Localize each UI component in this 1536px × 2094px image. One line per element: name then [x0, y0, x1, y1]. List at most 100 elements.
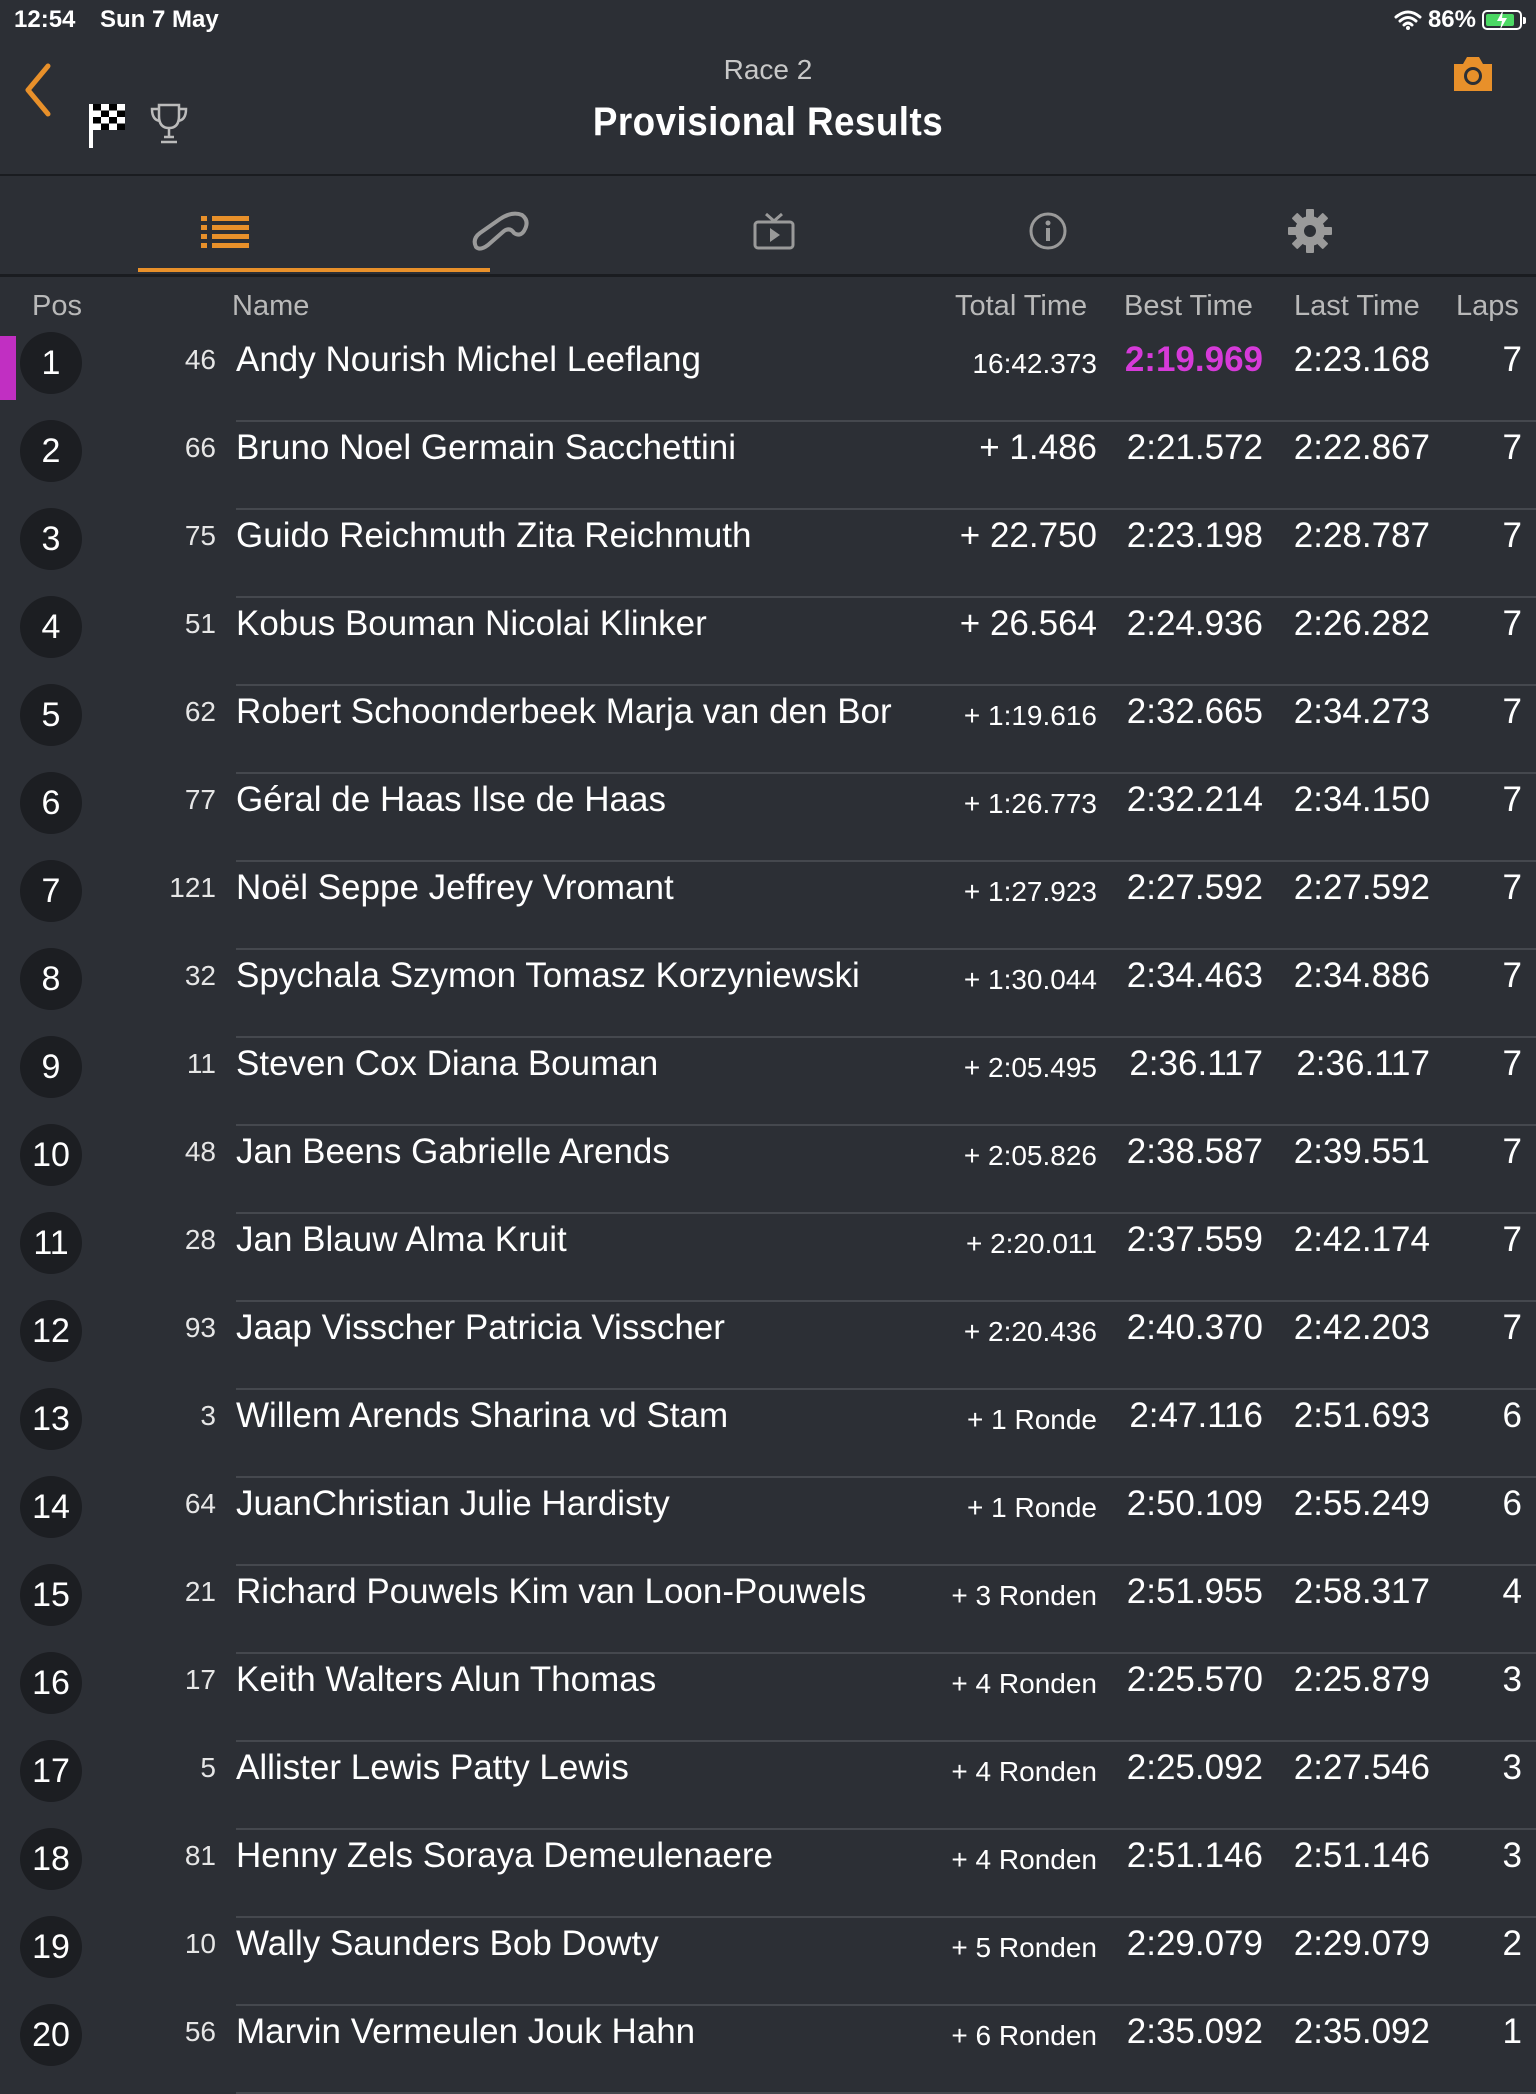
col-total-time[interactable]: Total Time: [955, 290, 1087, 323]
car-number: 62: [184, 696, 216, 727]
driver-names: Andy Nourish Michel Leeflang: [236, 340, 701, 379]
laps-count: 7: [1502, 1220, 1522, 1259]
tab-tv[interactable]: [744, 206, 804, 256]
table-row[interactable]: 1 46 Andy Nourish Michel Leeflang 16:42.373…: [0, 332, 1536, 422]
driver-names: Keith Walters Alun Thomas: [236, 1660, 657, 1699]
tab-track[interactable]: [468, 206, 534, 256]
best-time: 2:19.969: [1124, 340, 1263, 379]
table-row[interactable]: 2 66 Bruno Noel Germain Sacchettini + 1.486…: [0, 420, 1536, 510]
table-row[interactable]: 8 32 Spychala Szymon Tomasz Korzyniewski + …: [0, 948, 1536, 1038]
table-row[interactable]: 3 75 Guido Reichmuth Zita Reichmuth + 22.75…: [0, 508, 1536, 598]
table-row[interactable]: 11 28 Jan Blauw Alma Kruit + 2:20.011 2:37.5…: [0, 1212, 1536, 1302]
table-row[interactable]: 14 64 JuanChristian Julie Hardisty + 1 Rond…: [0, 1476, 1536, 1566]
total-time: + 1 Ronde: [967, 1492, 1097, 1523]
table-row[interactable]: 13 3 Willem Arends Sharina vd Stam + 1 Rond…: [0, 1388, 1536, 1478]
total-time: + 1 Ronde: [967, 1404, 1097, 1435]
driver-names: Wally Saunders Bob Dowty: [236, 1924, 659, 1963]
position-number: 20: [32, 2015, 70, 2054]
header: Race 2 Provisional Results: [0, 40, 1536, 176]
best-time: 2:36.117: [1129, 1044, 1263, 1083]
col-laps[interactable]: Laps: [1456, 290, 1519, 323]
position-badge: 8: [20, 948, 82, 1010]
driver-names: Henny Zels Soraya Demeulenaere: [236, 1836, 773, 1875]
last-time: 2:28.787: [1293, 516, 1430, 555]
last-time: 2:34.150: [1293, 780, 1430, 819]
car-number: 28: [184, 1224, 216, 1255]
col-name[interactable]: Name: [232, 290, 309, 323]
last-time: 2:34.886: [1293, 956, 1430, 995]
table-row[interactable]: 9 11 Steven Cox Diana Bouman + 2:05.495 2:36…: [0, 1036, 1536, 1126]
camera-icon[interactable]: [1450, 54, 1496, 94]
laps-count: 1: [1502, 2012, 1522, 2051]
position-badge: 3: [20, 508, 82, 570]
tab-info[interactable]: [1018, 206, 1078, 256]
car-number: 11: [186, 1048, 216, 1079]
tab-settings[interactable]: [1280, 206, 1340, 256]
table-row[interactable]: 17 5 Allister Lewis Patty Lewis + 4 Ronden 2…: [0, 1740, 1536, 1830]
position-badge: 9: [20, 1036, 82, 1098]
driver-names: Bruno Noel Germain Sacchettini: [236, 428, 736, 467]
best-time: 2:47.116: [1129, 1396, 1263, 1435]
car-number: 3: [200, 1400, 216, 1431]
position-number: 9: [41, 1047, 61, 1086]
tab-bar: [0, 176, 1536, 277]
total-time: + 5 Ronden: [951, 1932, 1097, 1963]
driver-names: Noël Seppe Jeffrey Vromant: [236, 868, 674, 907]
laps-count: 7: [1502, 1044, 1522, 1083]
position-badge: 13: [20, 1388, 82, 1450]
table-row[interactable]: 19 10 Wally Saunders Bob Dowty + 5 Ronden 2:…: [0, 1916, 1536, 2006]
laps-count: 3: [1502, 1836, 1522, 1875]
tv-icon: [753, 212, 795, 250]
table-row[interactable]: 7 121 Noël Seppe Jeffrey Vromant + 1:27.923…: [0, 860, 1536, 950]
driver-names: Géral de Haas Ilse de Haas: [236, 780, 666, 819]
position-number: 2: [41, 431, 61, 470]
tab-results-list[interactable]: [195, 206, 255, 256]
last-time: 2:29.079: [1293, 1924, 1430, 1963]
total-time: + 6 Ronden: [951, 2020, 1097, 2051]
best-time: 2:25.570: [1126, 1660, 1263, 1699]
table-row[interactable]: 4 51 Kobus Bouman Nicolai Klinker + 26.564 2…: [0, 596, 1536, 686]
position-badge: 5: [20, 684, 82, 746]
table-row[interactable]: 15 21 Richard Pouwels Kim van Loon-Pouwels…: [0, 1564, 1536, 1654]
laps-count: 7: [1502, 516, 1522, 555]
table-row[interactable]: 18 81 Henny Zels Soraya Demeulenaere + 4 Ro…: [0, 1828, 1536, 1918]
col-pos[interactable]: Pos: [32, 290, 82, 323]
battery-icon: [1482, 10, 1526, 30]
table-row[interactable]: 20 56 Marvin Vermeulen Jouk Hahn + 6 Ronden…: [0, 2004, 1536, 2094]
status-right: 86%: [1394, 6, 1526, 34]
total-time: + 3 Ronden: [951, 1580, 1097, 1611]
position-number: 11: [33, 1223, 69, 1262]
car-number: 64: [184, 1488, 216, 1519]
last-time: 2:51.146: [1293, 1836, 1430, 1875]
car-number: 75: [184, 520, 216, 551]
laps-count: 7: [1502, 780, 1522, 819]
table-row[interactable]: 6 77 Géral de Haas Ilse de Haas + 1:26.773 2…: [0, 772, 1536, 862]
laps-count: 7: [1502, 604, 1522, 643]
table-row[interactable]: 5 62 Robert Schoonderbeek Marja van den Bo…: [0, 684, 1536, 774]
car-number: 5: [200, 1752, 216, 1783]
driver-names: Jan Beens Gabrielle Arends: [236, 1132, 670, 1171]
col-best-time[interactable]: Best Time: [1124, 290, 1253, 323]
driver-names: Spychala Szymon Tomasz Korzyniewski: [236, 956, 860, 995]
total-time: + 22.750: [959, 516, 1097, 555]
position-number: 15: [32, 1575, 70, 1614]
total-time: + 1:30.044: [963, 964, 1097, 995]
laps-count: 3: [1502, 1660, 1522, 1699]
total-time: + 2:20.436: [963, 1316, 1097, 1347]
car-number: 48: [184, 1136, 216, 1167]
car-number: 66: [184, 432, 216, 463]
laps-count: 7: [1502, 956, 1522, 995]
table-row[interactable]: 10 48 Jan Beens Gabrielle Arends + 2:05.826…: [0, 1124, 1536, 1214]
table-row[interactable]: 16 17 Keith Walters Alun Thomas + 4 Ronden 2…: [0, 1652, 1536, 1742]
best-time: 2:24.936: [1126, 604, 1263, 643]
last-time: 2:23.168: [1293, 340, 1430, 379]
laps-count: 7: [1502, 868, 1522, 907]
laps-count: 7: [1502, 1308, 1522, 1347]
car-number: 17: [184, 1664, 216, 1695]
wifi-icon: [1394, 10, 1422, 30]
driver-names: Willem Arends Sharina vd Stam: [236, 1396, 729, 1435]
col-last-time[interactable]: Last Time: [1294, 290, 1420, 323]
driver-names: Guido Reichmuth Zita Reichmuth: [236, 516, 752, 555]
table-row[interactable]: 12 93 Jaap Visscher Patricia Visscher + 2:2…: [0, 1300, 1536, 1390]
position-number: 10: [32, 1135, 70, 1174]
